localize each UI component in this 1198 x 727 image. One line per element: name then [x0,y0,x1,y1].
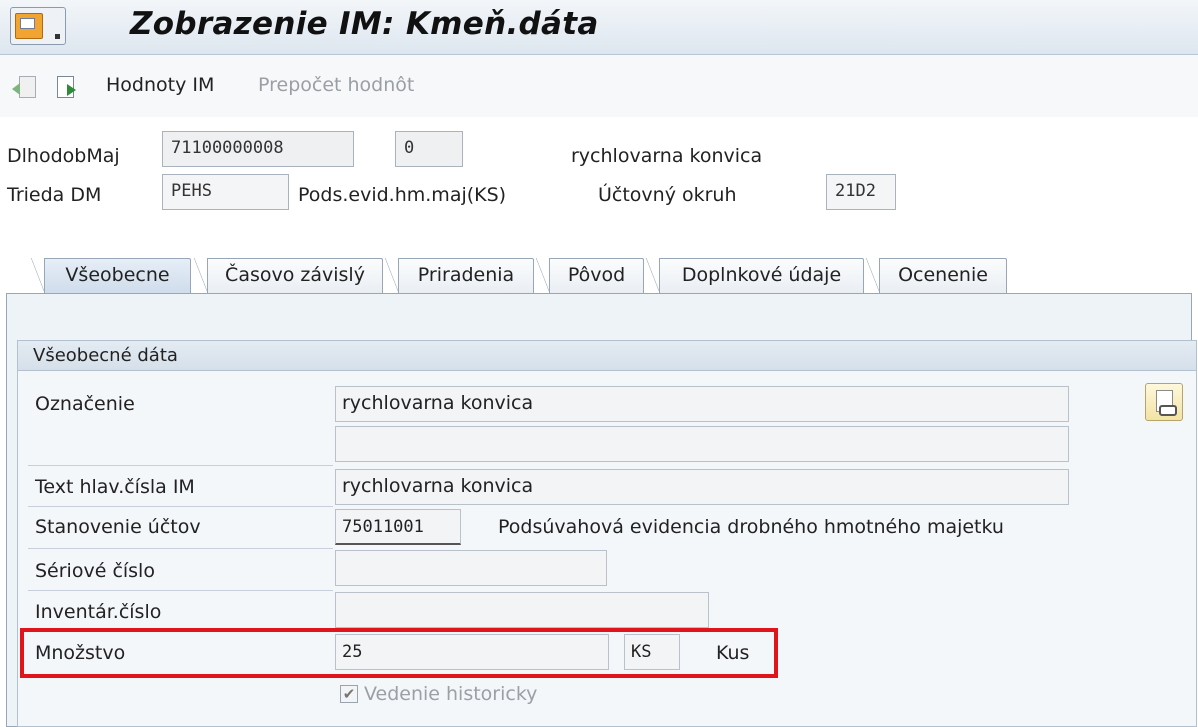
inventory-number-input[interactable] [335,592,709,628]
account-determination-label: Stanovenie účtov [35,516,201,538]
divider [28,465,333,466]
subnumber-field[interactable]: 0 [395,131,463,167]
asset-number-field[interactable]: 71100000008 [162,131,354,167]
display-text-button[interactable] [1145,383,1183,421]
chart-of-depreciation-field[interactable]: 21D2 [826,174,896,210]
tab-time-dependent[interactable]: Časovo závislý [194,258,383,294]
system-menu-icon [15,13,43,39]
asset-class-label: Trieda DM [7,184,102,206]
account-determination-description: Podsúvahová evidencia drobného hmotného … [498,516,1004,538]
divider [28,590,333,591]
history-checkbox[interactable]: ✔ [340,685,358,703]
account-determination-input[interactable]: 75011001 [335,509,461,545]
asset-description-text: rychlovarna konvica [571,145,763,167]
quantity-highlight-box [20,628,778,678]
history-checkbox-label: Vedenie historicky [364,683,538,705]
chart-of-depreciation-label: Účtovný okruh [598,184,737,206]
serial-number-input[interactable] [335,550,607,586]
group-title: Všeobecné dáta [18,341,1196,371]
system-menu-button[interactable] [10,7,66,45]
forward-document-icon[interactable] [55,76,77,100]
designation-input[interactable]: rychlovarna konvica [335,386,1069,422]
asset-class-field[interactable]: PEHS [162,174,289,210]
title-bar: Zobrazenie IM: Kmeň.dáta [0,0,1198,55]
designation-label: Označenie [35,393,135,415]
tab-general[interactable]: Všeobecne [31,258,191,294]
asset-number-label: DlhodobMaj [7,145,120,167]
tab-valuation[interactable]: Ocenenie [866,258,1007,294]
asset-values-button[interactable]: Hodnoty IM [106,74,214,96]
divider [28,548,333,549]
tab-additional-data[interactable]: Doplnkové údaje [646,258,864,294]
divider [28,506,333,507]
main-text-label: Text hlav.čísla IM [35,476,195,498]
recalculate-values-button: Prepočet hodnôt [258,74,415,96]
tab-assignments[interactable]: Priradenia [385,258,534,294]
main-text-input[interactable]: rychlovarna konvica [335,469,1069,505]
glasses-icon [1159,405,1177,416]
serial-number-label: Sériové číslo [35,560,155,582]
inventory-number-label: Inventár.číslo [35,601,162,623]
asset-class-description: Pods.evid.hm.maj(KS) [298,184,507,206]
tab-origin[interactable]: Pôvod [536,258,644,294]
back-document-icon[interactable] [12,76,36,100]
page-title: Zobrazenie IM: Kmeň.dáta [130,6,599,42]
designation-input-line2[interactable] [335,426,1069,462]
dropdown-arrow-icon [55,34,60,39]
